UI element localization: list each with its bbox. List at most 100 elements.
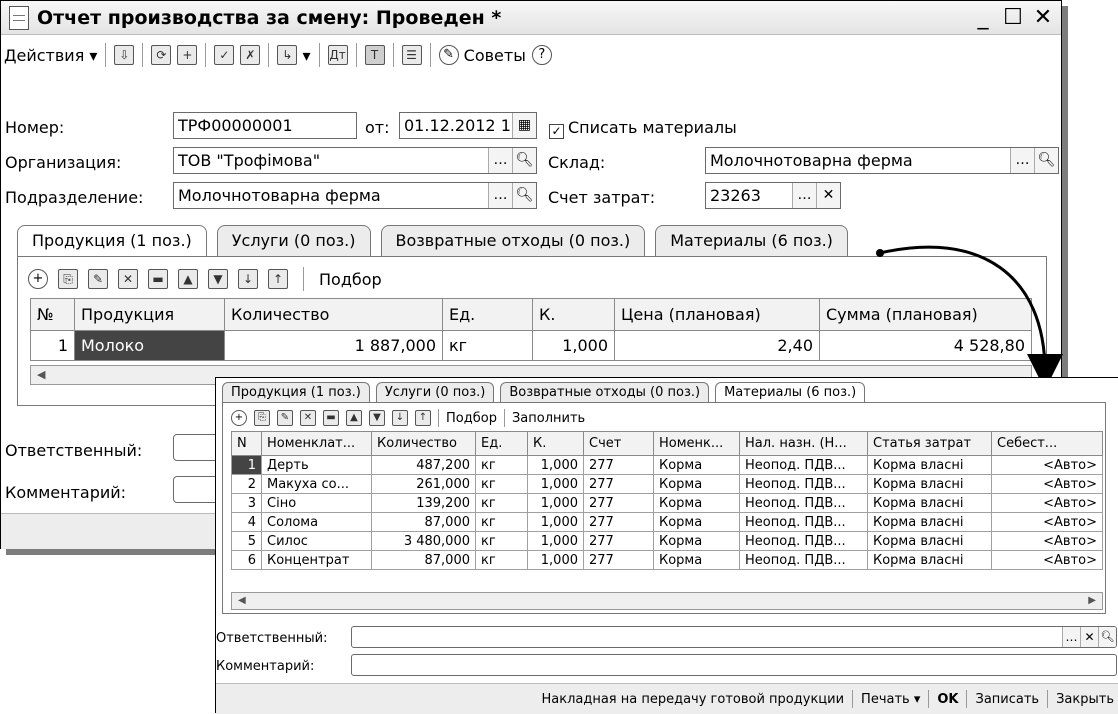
close-form-button[interactable]: Закрыть	[1056, 692, 1114, 707]
tab-services[interactable]: Услуги (0 поз.)	[216, 225, 371, 256]
table-row[interactable]: 5 Силос 3 480,000 кг 1,000 277 Корма Нео…	[231, 531, 1103, 551]
delete-row-icon[interactable]: ✕	[118, 269, 138, 289]
name-cell[interactable]: Солома	[261, 512, 372, 532]
column-header[interactable]: Статья затрат	[867, 431, 992, 456]
add-row-icon[interactable]: +	[28, 269, 48, 289]
edit-row-icon[interactable]: ✎	[88, 269, 108, 289]
unit-cell[interactable]: кг	[475, 474, 528, 494]
column-header[interactable]: К.	[527, 431, 584, 456]
responsible-clear-icon[interactable]: ✕	[1080, 627, 1098, 647]
coefficient-cell[interactable]: 1,000	[527, 550, 584, 570]
warehouse-search-icon[interactable]: 🔍︎	[1034, 148, 1058, 173]
cost-cell[interactable]: <Авто>	[991, 512, 1103, 532]
scroll-right-icon[interactable]: ▶	[1088, 593, 1096, 609]
cost-account-clear-icon[interactable]: ✕	[816, 183, 840, 208]
responsible-select-button[interactable]: …	[1062, 627, 1080, 647]
group-cell[interactable]: Корма	[653, 531, 740, 551]
maximize-button[interactable]: ☐	[1001, 5, 1025, 30]
sum-cell[interactable]: 4 528,80	[819, 330, 1032, 361]
quantity-cell[interactable]: 87,000	[371, 512, 476, 532]
sort-asc-icon[interactable]: ↓	[238, 269, 258, 289]
select-button[interactable]: Подбор	[446, 411, 497, 426]
move-down-icon[interactable]: ▼	[369, 410, 385, 426]
account-cell[interactable]: 277	[583, 531, 654, 551]
tax-cell[interactable]: Неопод. ПДВ...	[739, 531, 868, 551]
move-up-icon[interactable]: ▲	[346, 410, 362, 426]
column-header[interactable]: Продукция	[74, 298, 225, 331]
coefficient-cell[interactable]: 1,000	[527, 474, 584, 494]
group-cell[interactable]: Корма	[653, 455, 740, 475]
refresh-button[interactable]: ⟳	[148, 41, 174, 69]
name-cell[interactable]: Сіно	[261, 493, 372, 513]
org-search-icon[interactable]: 🔍︎	[512, 148, 536, 173]
post-and-close-button[interactable]: ⇩	[111, 41, 137, 69]
price-cell[interactable]: 2,40	[614, 330, 820, 361]
table-row[interactable]: 4 Солома 87,000 кг 1,000 277 Корма Неопо…	[231, 512, 1103, 532]
column-header[interactable]: №	[30, 298, 75, 331]
settings-button[interactable]: ☰	[399, 41, 425, 69]
cost-item-cell[interactable]: Корма власні	[867, 531, 992, 551]
horizontal-scrollbar[interactable]: ◀ ▶	[231, 592, 1103, 610]
tab-materials[interactable]: Материалы (6 поз.)	[715, 382, 866, 403]
group-cell[interactable]: Корма	[653, 512, 740, 532]
fill-button[interactable]: Заполнить	[512, 411, 585, 426]
tips-button[interactable]: ✎ Советы	[436, 41, 529, 69]
name-cell[interactable]: Концентрат	[261, 550, 372, 570]
delete-row-icon[interactable]: ✕	[300, 410, 316, 426]
unit-cell[interactable]: кг	[475, 531, 528, 551]
quantity-cell[interactable]: 261,000	[371, 474, 476, 494]
name-cell[interactable]: Силос	[261, 531, 372, 551]
sort-desc-icon[interactable]: ↑	[268, 269, 288, 289]
quantity-cell[interactable]: 487,200	[371, 455, 476, 475]
cost-item-cell[interactable]: Корма власні	[867, 474, 992, 494]
column-header[interactable]: Количество	[224, 298, 443, 331]
print-button[interactable]: Печать ▾	[861, 692, 920, 707]
move-up-icon[interactable]: ▲	[178, 269, 198, 289]
unit-cell[interactable]: кг	[475, 455, 528, 475]
tax-cell[interactable]: Неопод. ПДВ...	[739, 493, 868, 513]
column-header[interactable]: Нал. назн. (Н...	[739, 431, 868, 456]
responsible-field[interactable]: … ✕ 🔍︎	[351, 626, 1117, 648]
account-cell[interactable]: 277	[583, 550, 654, 570]
number-field[interactable]: ТРФ00000001	[173, 112, 357, 139]
column-header[interactable]: Количество	[371, 431, 476, 456]
cost-cell[interactable]: <Авто>	[991, 531, 1103, 551]
quantity-cell[interactable]: 3 480,000	[371, 531, 476, 551]
comment-field[interactable]	[351, 654, 1117, 676]
tax-cell[interactable]: Неопод. ПДВ...	[739, 550, 868, 570]
division-select-button[interactable]: …	[488, 183, 512, 208]
column-header[interactable]: Номенк...	[653, 431, 740, 456]
cost-item-cell[interactable]: Корма власні	[867, 455, 992, 475]
unit-cell[interactable]: кг	[442, 330, 533, 361]
column-header[interactable]: Ед.	[442, 298, 533, 331]
group-cell[interactable]: Корма	[653, 474, 740, 494]
post-button[interactable]: ✓	[211, 41, 237, 69]
unit-cell[interactable]: кг	[475, 512, 528, 532]
column-header[interactable]: Счет	[583, 431, 654, 456]
invoice-button[interactable]: Накладная на передачу готовой продукции	[541, 692, 844, 707]
writeoff-checkbox[interactable]: ✓ Списать материалы	[549, 118, 737, 139]
division-search-icon[interactable]: 🔍︎	[512, 183, 536, 208]
quantity-cell[interactable]: 139,200	[371, 493, 476, 513]
scroll-left-icon[interactable]: ◀	[238, 593, 246, 609]
end-edit-icon[interactable]: ▬	[323, 410, 339, 426]
edit-row-icon[interactable]: ✎	[277, 410, 293, 426]
coefficient-cell[interactable]: 1,000	[527, 512, 584, 532]
responsible-search-icon[interactable]: 🔍︎	[1098, 627, 1116, 647]
quantity-cell[interactable]: 87,000	[371, 550, 476, 570]
coefficient-cell[interactable]: 1,000	[532, 330, 615, 361]
copy-row-icon[interactable]: ⎘	[254, 410, 270, 426]
debit-credit-button[interactable]: Дт	[325, 41, 351, 69]
cost-item-cell[interactable]: Корма власні	[867, 493, 992, 513]
division-field[interactable]: Молочнотоварна ферма … 🔍︎	[173, 182, 537, 209]
column-header[interactable]: N	[231, 431, 262, 456]
save-button[interactable]: Записать	[975, 692, 1039, 707]
help-button[interactable]: ?	[529, 41, 555, 69]
coefficient-cell[interactable]: 1,000	[527, 455, 584, 475]
move-down-icon[interactable]: ▼	[208, 269, 228, 289]
structure-button[interactable]: Т	[362, 41, 388, 69]
table-row[interactable]: 1 Дерть 487,200 кг 1,000 277 Корма Неопо…	[231, 455, 1103, 475]
tax-cell[interactable]: Неопод. ПДВ...	[739, 512, 868, 532]
name-cell[interactable]: Дерть	[261, 455, 372, 475]
table-row[interactable]: 3 Сіно 139,200 кг 1,000 277 Корма Неопод…	[231, 493, 1103, 513]
